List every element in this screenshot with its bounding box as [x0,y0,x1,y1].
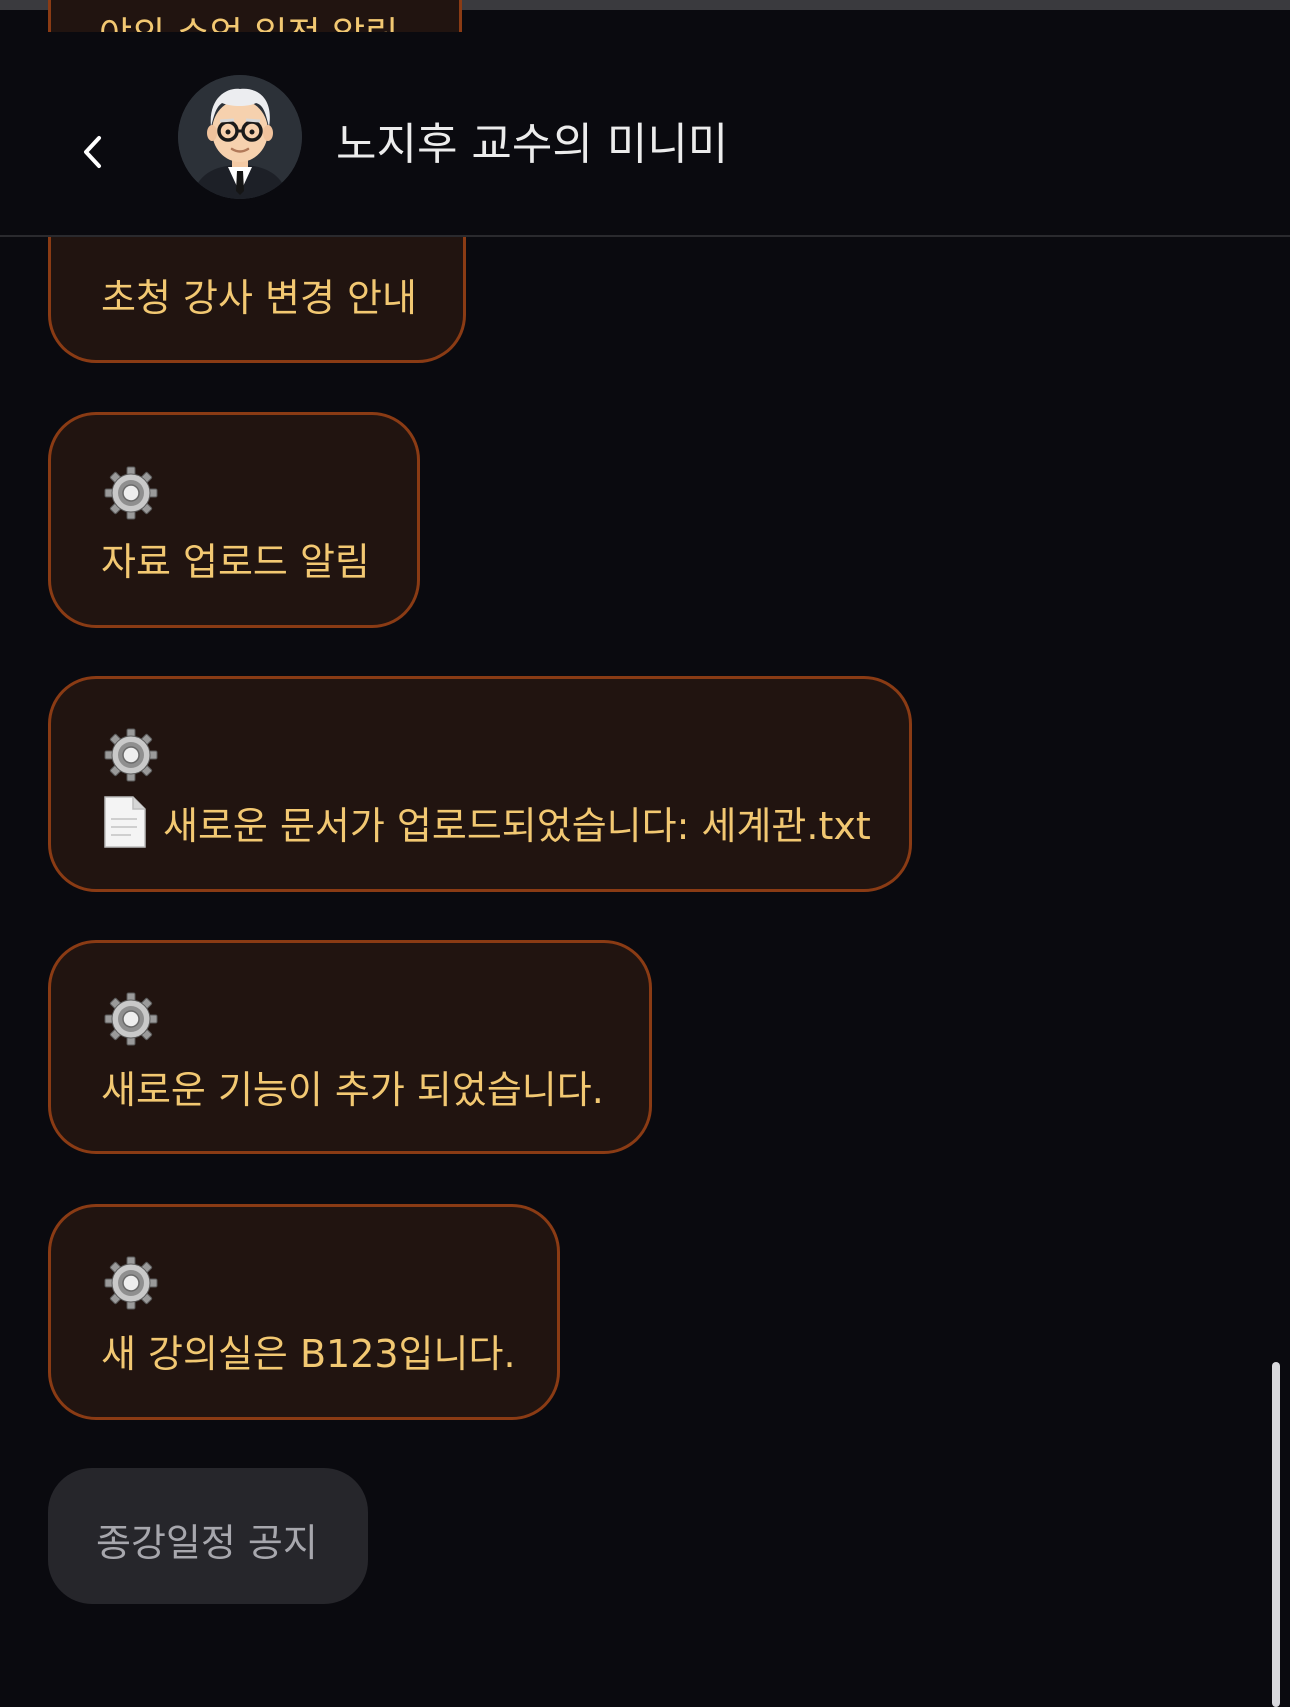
scrollbar[interactable] [1272,1362,1280,1707]
document-icon [104,796,146,848]
message-text: 새 강의실은 B123입니다. [101,1332,516,1376]
message-text: 새로운 문서가 업로드되었습니다: 세계관.txt [163,804,871,848]
message-bubble: 자료 업로드 알림 [48,412,420,628]
message-text-row: 새로운 문서가 업로드되었습니다: 세계관.txt [101,795,871,850]
suggestion-chip[interactable]: 종강일정 공지 [48,1468,368,1604]
message-text: 새로운 기능이 추가 되었습니다. [101,1068,604,1112]
chat-screen: 야외 수업 일정 알림 노지후 교수의 미니미 초청 강사 변경 안내 자료 업… [0,0,1290,1707]
message-bubble: 새 강의실은 B123입니다. [48,1204,560,1420]
professor-avatar-icon [178,75,302,199]
message-bubble: 새로운 기능이 추가 되었습니다. [48,940,652,1154]
gear-icon [104,728,158,782]
message-bubble: 초청 강사 변경 안내 [48,180,466,363]
gear-icon [104,1256,158,1310]
gear-icon [104,992,158,1046]
avatar[interactable] [178,75,302,199]
gear-icon [104,466,158,520]
back-button[interactable] [72,130,116,174]
message-text: 초청 강사 변경 안내 [101,276,417,320]
message-bubble: 새로운 문서가 업로드되었습니다: 세계관.txt [48,676,912,892]
chat-title: 노지후 교수의 미니미 [336,119,729,170]
message-text: 자료 업로드 알림 [101,540,370,584]
chat-header: 노지후 교수의 미니미 [0,32,1290,237]
suggestion-label: 종강일정 공지 [96,1521,318,1565]
chevron-left-icon [84,136,101,168]
